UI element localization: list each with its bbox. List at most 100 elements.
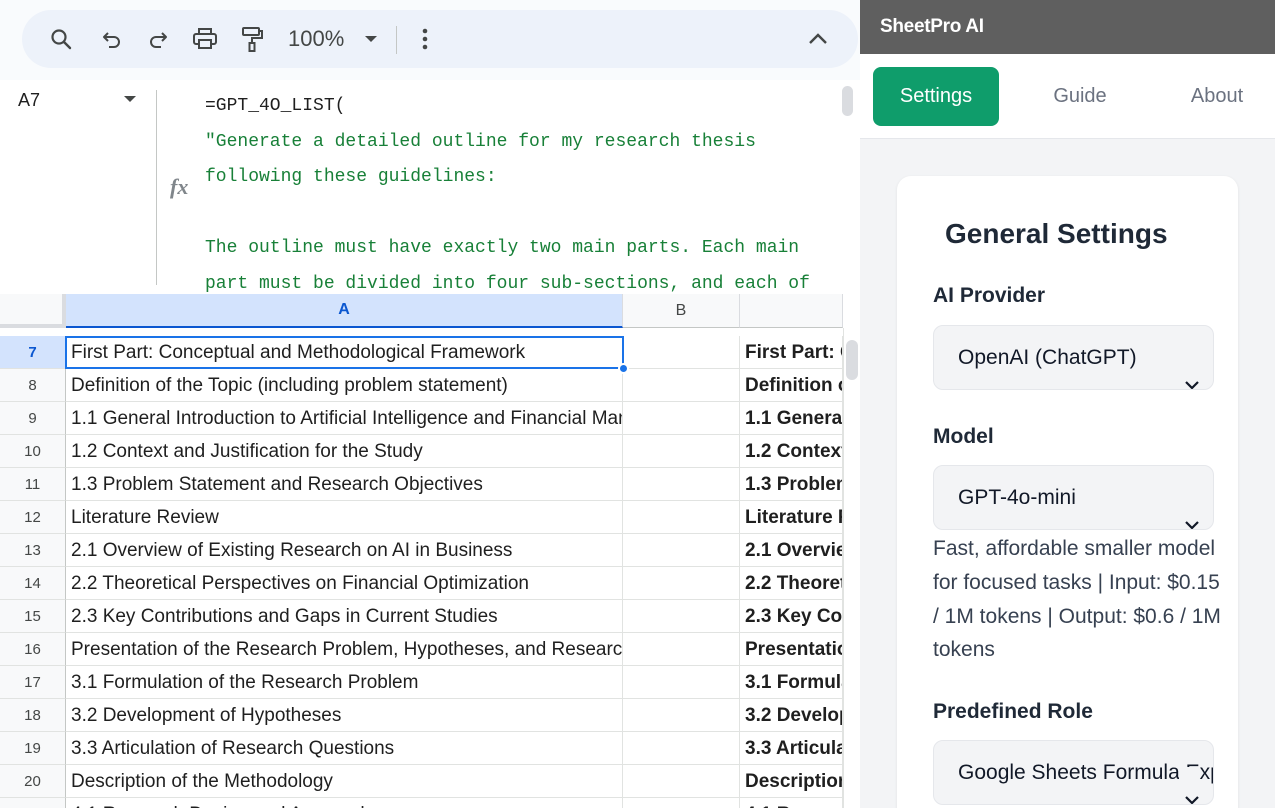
row-number[interactable]: 8 [0, 369, 66, 402]
cell-c[interactable]: Description of the Methodology [740, 765, 843, 798]
chevron-down-icon [1185, 352, 1199, 389]
search-icon[interactable] [46, 24, 76, 54]
cell-a[interactable]: Description of the Methodology [66, 765, 623, 798]
row-number[interactable]: 20 [0, 765, 66, 798]
cell-a[interactable]: 3.3 Articulation of Research Questions [66, 732, 623, 765]
provider-select[interactable]: OpenAI (ChatGPT) [933, 325, 1214, 390]
cell-a[interactable]: 1.2 Context and Justification for the St… [66, 435, 623, 468]
fill-handle[interactable] [618, 363, 629, 374]
cell-b[interactable] [623, 435, 740, 468]
row-number[interactable]: 7 [0, 336, 66, 369]
cell-a[interactable]: 1.1 General Introduction to Artificial I… [66, 402, 623, 435]
cell-c[interactable]: Definition of the Topic (including probl… [740, 369, 843, 402]
cell-c[interactable]: 1.2 Context and Justification for the St… [740, 435, 843, 468]
tab-about[interactable]: About [1150, 67, 1275, 126]
row-number[interactable]: 13 [0, 534, 66, 567]
cell-a[interactable]: 3.2 Development of Hypotheses [66, 699, 623, 732]
formula-line: "Generate a detailed outline for my rese… [205, 131, 756, 152]
cell-c[interactable]: 4.1 Research Design and Approach [740, 798, 843, 808]
model-description: Fast, affordable smaller model for focus… [933, 537, 1221, 662]
cell-a[interactable]: 4.1 Research Design and Approach [66, 798, 623, 808]
cell-a[interactable]: 3.1 Formulation of the Research Problem [66, 666, 623, 699]
cell-b[interactable] [623, 336, 740, 369]
cell-c[interactable]: Presentation of the Research Problem [740, 633, 843, 666]
table-row: 17 3.1 Formulation of the Research Proble… [0, 666, 843, 699]
cell-c[interactable]: 1.1 General Introduction to Artificial I… [740, 402, 843, 435]
cell-c[interactable]: 1.3 Problem Statement and Research Objec… [740, 468, 843, 501]
column-header-b[interactable]: B [623, 294, 740, 328]
cell-c[interactable]: 3.1 Formulation of the Research Problem [740, 666, 843, 699]
tab-settings[interactable]: Settings [873, 67, 999, 126]
row-number[interactable]: 18 [0, 699, 66, 732]
model-select[interactable]: GPT-4o-mini [933, 465, 1214, 530]
provider-value: OpenAI (ChatGPT) [958, 346, 1137, 369]
table-row: 10 1.2 Context and Justification for the … [0, 435, 843, 468]
cell-a[interactable]: 2.2 Theoretical Perspectives on Financia… [66, 567, 623, 600]
cell-c[interactable]: 2.1 Overview of Existing Research on AI … [740, 534, 843, 567]
more-vert-icon[interactable] [410, 24, 440, 54]
role-select[interactable]: Google Sheets Formula Expert [933, 740, 1214, 805]
cell-b[interactable] [623, 798, 740, 808]
zoom-level[interactable]: 100% [288, 26, 344, 52]
cell-b[interactable] [623, 600, 740, 633]
cell-b[interactable] [623, 699, 740, 732]
row-number[interactable]: 21 [0, 798, 66, 808]
toolbar: 100% [22, 10, 858, 68]
cell-b[interactable] [623, 765, 740, 798]
cell-b[interactable] [623, 468, 740, 501]
row-number[interactable]: 14 [0, 567, 66, 600]
row-number[interactable]: 15 [0, 600, 66, 633]
cell-c[interactable]: 2.2 Theoretical Perspectives on Financia… [740, 567, 843, 600]
cell-b[interactable] [623, 666, 740, 699]
redo-icon[interactable] [143, 24, 173, 54]
model-value: GPT-4o-mini [958, 486, 1076, 509]
cell-a[interactable]: Presentation of the Research Problem, Hy… [66, 633, 623, 666]
cell-a[interactable]: Definition of the Topic (including probl… [66, 369, 623, 402]
paint-format-icon[interactable] [237, 24, 267, 54]
sheet-grid: A B 7 First Part: Conceptual and Methodol… [0, 294, 860, 808]
zoom-dropdown-icon[interactable] [356, 24, 386, 54]
row-number[interactable]: 12 [0, 501, 66, 534]
cell-b[interactable] [623, 633, 740, 666]
cell-a[interactable]: 2.3 Key Contributions and Gaps in Curren… [66, 600, 623, 633]
column-header-c[interactable] [740, 294, 843, 328]
cell-c[interactable]: Literature Review [740, 501, 843, 534]
cell-a[interactable]: First Part: Conceptual and Methodologica… [66, 336, 623, 369]
formula-scrollbar[interactable] [842, 86, 853, 116]
row-number[interactable]: 19 [0, 732, 66, 765]
column-header-a[interactable]: A [66, 294, 623, 328]
print-icon[interactable] [190, 24, 220, 54]
row-number[interactable]: 11 [0, 468, 66, 501]
cell-b[interactable] [623, 732, 740, 765]
cell-b[interactable] [623, 501, 740, 534]
cell-c[interactable]: First Part: Conceptual and Methodologica… [740, 336, 843, 369]
cell-c[interactable]: 2.3 Key Contributions and Gaps in Curren… [740, 600, 843, 633]
name-box-dropdown-icon[interactable] [124, 96, 136, 102]
sidebar-title: SheetPro AI [880, 16, 984, 37]
name-box[interactable]: A7 [18, 90, 40, 111]
cell-b[interactable] [623, 369, 740, 402]
row-number[interactable]: 9 [0, 402, 66, 435]
cell-c[interactable]: 3.2 Development of Hypotheses [740, 699, 843, 732]
grid-scrollbar[interactable] [846, 340, 858, 380]
chevron-down-icon [1179, 767, 1199, 804]
tab-guide[interactable]: Guide [1012, 67, 1148, 126]
select-all-corner[interactable] [0, 294, 66, 328]
cell-b[interactable] [623, 567, 740, 600]
cell-b[interactable] [623, 534, 740, 567]
cell-c[interactable]: 3.3 Articulation of Research Questions [740, 732, 843, 765]
settings-card: General Settings AI Provider OpenAI (Cha… [897, 176, 1238, 808]
sheetpro-sidebar: SheetPro AI Settings Guide About General… [860, 0, 1275, 808]
cell-a[interactable]: Literature Review [66, 501, 623, 534]
cell-a[interactable]: 2.1 Overview of Existing Research on AI … [66, 534, 623, 567]
cell-b[interactable] [623, 402, 740, 435]
table-row: 9 1.1 General Introduction to Artificial … [0, 402, 843, 435]
formula-input[interactable]: =GPT_4O_LIST("Generate a detailed outlin… [205, 89, 835, 294]
undo-icon[interactable] [97, 24, 127, 54]
table-row: 214.1 Research Design and Approach4.1 Re… [0, 798, 843, 808]
cell-a[interactable]: 1.3 Problem Statement and Research Objec… [66, 468, 623, 501]
row-number[interactable]: 16 [0, 633, 66, 666]
row-number[interactable]: 10 [0, 435, 66, 468]
row-number[interactable]: 17 [0, 666, 66, 699]
collapse-icon[interactable] [803, 24, 833, 54]
